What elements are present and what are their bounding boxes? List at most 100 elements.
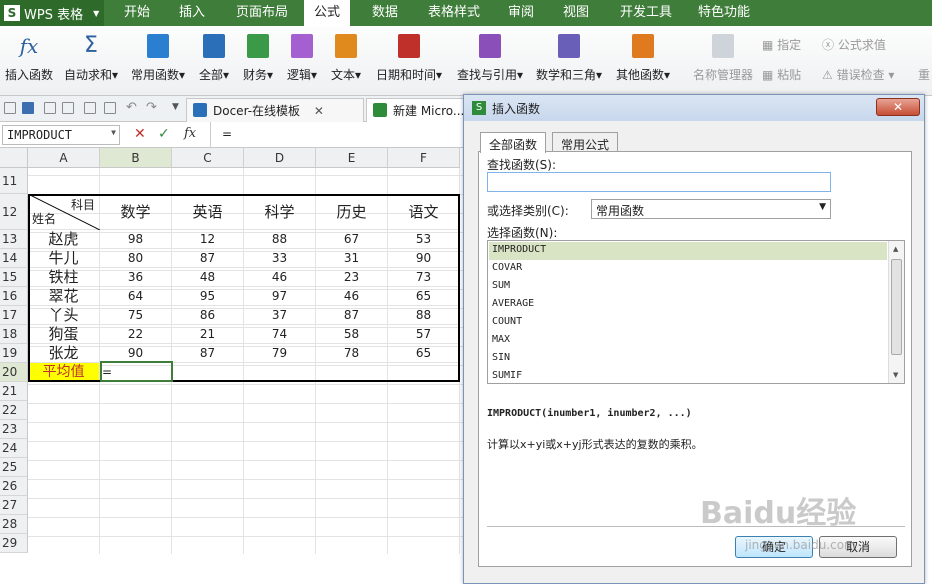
app-menu-button[interactable]: S WPS 表格 ▼ <box>0 0 104 26</box>
student-name-cell[interactable]: 铁柱 <box>28 268 100 287</box>
save-icon[interactable] <box>22 102 34 114</box>
paste-name-button[interactable]: ▦ 粘贴 <box>762 66 801 83</box>
all-functions-button[interactable]: 全部▾ <box>194 30 234 90</box>
finance-button[interactable]: 财务▾ <box>238 30 278 90</box>
score-cell[interactable]: 80 <box>100 249 172 268</box>
subject-header-cell[interactable]: 历史 <box>316 194 388 230</box>
common-functions-button[interactable]: 常用函数▾ <box>128 30 188 90</box>
tab-special-features[interactable]: 特色功能 <box>688 0 760 26</box>
recalc-button[interactable]: 重 <box>918 66 930 83</box>
format-painter-icon[interactable] <box>104 102 116 114</box>
score-cell[interactable]: 12 <box>172 230 244 249</box>
row-header[interactable]: 19 <box>0 344 28 363</box>
column-header-a[interactable]: A <box>28 148 100 168</box>
score-cell[interactable]: 87 <box>172 249 244 268</box>
error-check-button[interactable]: ⚠ 错误检查 ▾ <box>822 66 894 83</box>
row-header[interactable]: 17 <box>0 306 28 325</box>
search-function-input[interactable] <box>487 172 831 192</box>
name-manager-button[interactable]: 名称管理器 <box>690 30 756 90</box>
datetime-button[interactable]: 日期和时间▾ <box>372 30 446 90</box>
function-item[interactable]: SIN <box>489 350 887 368</box>
function-item[interactable]: MAX <box>489 332 887 350</box>
function-item[interactable]: IMPRODUCT <box>489 242 887 260</box>
score-cell[interactable]: 87 <box>172 344 244 363</box>
average-label-cell[interactable]: 平均值 <box>28 363 100 382</box>
tab-table-style[interactable]: 表格样式 <box>418 0 490 26</box>
close-icon[interactable]: ✕ <box>314 104 324 118</box>
insert-function-button[interactable]: fx 插入函数 <box>2 30 56 90</box>
student-name-cell[interactable]: 张龙 <box>28 344 100 363</box>
score-cell[interactable]: 48 <box>172 268 244 287</box>
row-header[interactable]: 12 <box>0 194 28 230</box>
subject-header-cell[interactable]: 科学 <box>244 194 316 230</box>
score-cell[interactable]: 36 <box>100 268 172 287</box>
doc-tab-new-workbook[interactable]: 新建 Micro... <box>366 98 470 122</box>
doc-tab-docer[interactable]: Docer-在线模板 ✕ <box>186 98 364 122</box>
other-functions-button[interactable]: 其他函数▾ <box>612 30 674 90</box>
folder-icon[interactable] <box>4 102 16 114</box>
tab-formulas[interactable]: 公式 <box>304 0 351 26</box>
row-header[interactable]: 24 <box>0 439 28 458</box>
tab-developer[interactable]: 开发工具 <box>610 0 682 26</box>
row-header[interactable]: 20 <box>0 363 28 382</box>
column-header-b[interactable]: B <box>100 148 172 168</box>
tab-common-formulas[interactable]: 常用公式 <box>552 132 619 152</box>
quick-access-dropdown-icon[interactable]: ▼ <box>172 102 179 112</box>
score-cell[interactable]: 75 <box>100 306 172 325</box>
define-button[interactable]: ▦ 指定 <box>762 36 801 53</box>
dialog-close-button[interactable]: ✕ <box>876 98 920 116</box>
row-header[interactable]: 15 <box>0 268 28 287</box>
header-corner-cell[interactable]: 科目 姓名 <box>28 194 100 230</box>
lookup-button[interactable]: 查找与引用▾ <box>452 30 528 90</box>
cancel-edit-icon[interactable]: ✕ <box>134 126 146 142</box>
row-header[interactable]: 13 <box>0 230 28 249</box>
score-cell[interactable]: 95 <box>172 287 244 306</box>
tab-view[interactable]: 视图 <box>553 0 599 26</box>
score-cell[interactable]: 88 <box>244 230 316 249</box>
score-cell[interactable]: 46 <box>244 268 316 287</box>
select-all-corner[interactable] <box>0 148 28 168</box>
row-header[interactable]: 28 <box>0 515 28 534</box>
tab-data[interactable]: 数据 <box>362 0 408 26</box>
pdf-icon[interactable] <box>84 102 96 114</box>
score-cell[interactable]: 79 <box>244 344 316 363</box>
student-name-cell[interactable]: 狗蛋 <box>28 325 100 344</box>
autosum-button[interactable]: Σ 自动求和▾ <box>60 30 122 90</box>
score-cell[interactable]: 57 <box>388 325 460 344</box>
score-cell[interactable]: 86 <box>172 306 244 325</box>
print-preview-icon[interactable] <box>62 102 74 114</box>
row-header[interactable]: 18 <box>0 325 28 344</box>
subject-header-cell[interactable]: 数学 <box>100 194 172 230</box>
row-header[interactable]: 23 <box>0 420 28 439</box>
function-item[interactable]: SUM <box>489 278 887 296</box>
evaluate-formula-button[interactable]: ⓧ 公式求值 <box>822 36 886 53</box>
score-cell[interactable]: 97 <box>244 287 316 306</box>
score-cell[interactable]: 78 <box>316 344 388 363</box>
function-item[interactable]: SUMIF <box>489 368 887 383</box>
tab-review[interactable]: 审阅 <box>498 0 544 26</box>
score-cell[interactable]: 74 <box>244 325 316 344</box>
function-list-scrollbar[interactable]: ▲ ▼ <box>888 241 904 383</box>
score-cell[interactable]: 65 <box>388 287 460 306</box>
score-cell[interactable]: 87 <box>316 306 388 325</box>
row-header[interactable]: 27 <box>0 496 28 515</box>
category-select[interactable]: 常用函数 ▼ <box>591 199 831 219</box>
function-item[interactable]: COUNT <box>489 314 887 332</box>
row-header[interactable]: 22 <box>0 401 28 420</box>
score-cell[interactable]: 64 <box>100 287 172 306</box>
logic-button[interactable]: 逻辑▾ <box>282 30 322 90</box>
student-name-cell[interactable]: 翠花 <box>28 287 100 306</box>
fx-icon[interactable]: fx <box>184 126 196 141</box>
score-cell[interactable]: 53 <box>388 230 460 249</box>
row-header[interactable]: 21 <box>0 382 28 401</box>
tab-all-functions[interactable]: 全部函数 <box>480 132 547 153</box>
score-cell[interactable]: 22 <box>100 325 172 344</box>
score-cell[interactable]: 58 <box>316 325 388 344</box>
column-header-f[interactable]: F <box>388 148 460 168</box>
text-functions-button[interactable]: 文本▾ <box>326 30 366 90</box>
subject-header-cell[interactable]: 语文 <box>388 194 460 230</box>
row-header[interactable]: 14 <box>0 249 28 268</box>
row-header[interactable]: 26 <box>0 477 28 496</box>
score-cell[interactable]: 73 <box>388 268 460 287</box>
score-cell[interactable]: 31 <box>316 249 388 268</box>
